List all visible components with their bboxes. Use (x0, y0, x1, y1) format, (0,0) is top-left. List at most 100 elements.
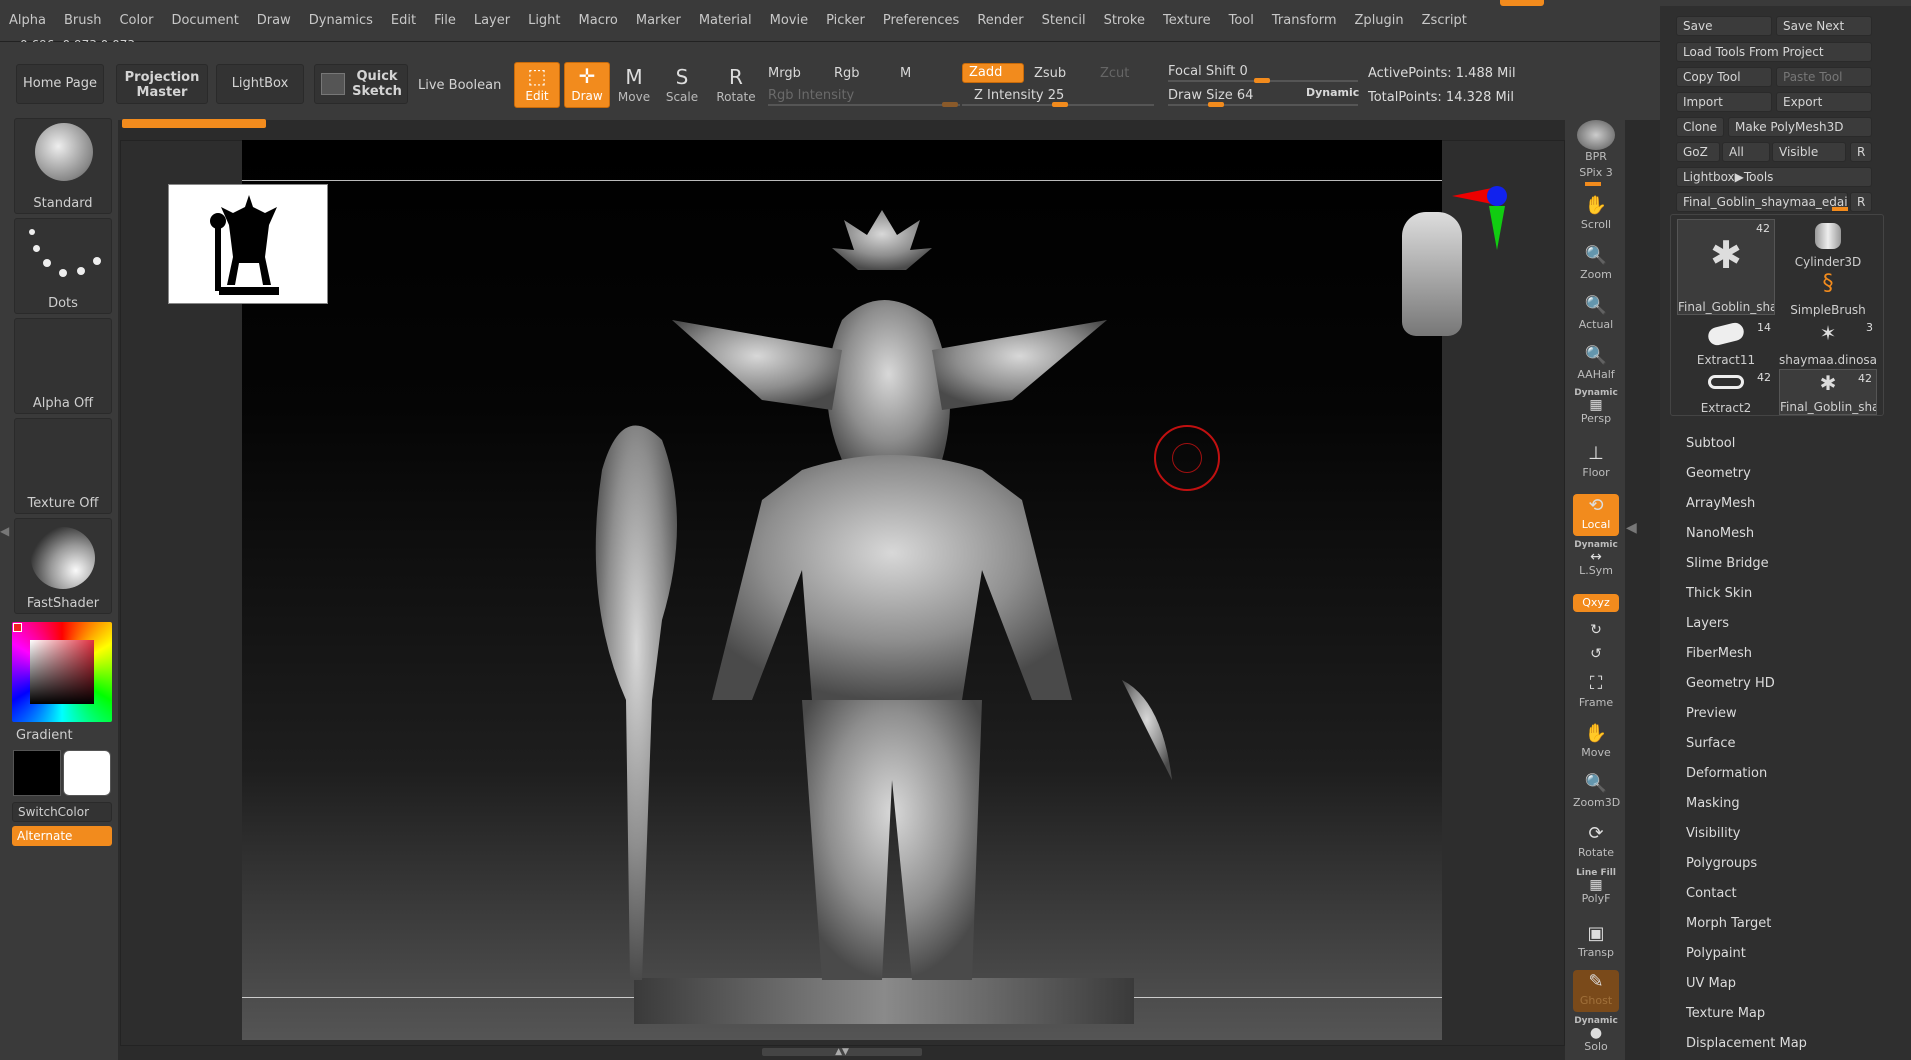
current-tool-r-button[interactable]: R (1850, 192, 1872, 212)
3d-viewport[interactable] (168, 140, 1507, 1040)
tool-thumb-goblin-2[interactable]: ✱ 42 Final_Goblin_sha (1779, 369, 1877, 415)
rotate-z-button[interactable]: ↺ (1573, 642, 1619, 662)
menu-movie[interactable]: Movie (761, 12, 817, 30)
home-page-button[interactable]: Home Page (16, 64, 104, 104)
subpalette-layers[interactable]: Layers (1686, 616, 1729, 631)
subpalette-nanomesh[interactable]: NanoMesh (1686, 526, 1754, 541)
menu-zscript[interactable]: Zscript (1413, 12, 1476, 30)
frame-button[interactable]: ⛶ Frame (1573, 672, 1619, 714)
menu-dynamics[interactable]: Dynamics (300, 12, 382, 30)
subpalette-masking[interactable]: Masking (1686, 796, 1740, 811)
color-picker[interactable] (12, 622, 112, 722)
zoom3d-button[interactable]: 🔍 Zoom3D (1573, 772, 1620, 814)
goz-visible-button[interactable]: Visible (1772, 142, 1846, 162)
persp-button[interactable]: Dynamic ▦ Persp (1573, 388, 1619, 430)
menu-render[interactable]: Render (968, 12, 1032, 30)
zsub-button[interactable]: Zsub (1034, 66, 1066, 81)
subpalette-polypaint[interactable]: Polypaint (1686, 946, 1746, 961)
solo-button[interactable]: Dynamic ● Solo (1573, 1016, 1619, 1058)
menu-macro[interactable]: Macro (570, 12, 627, 30)
scale-button[interactable]: S Scale (660, 64, 704, 110)
quick-sketch-button[interactable]: Quick Sketch (314, 64, 408, 104)
clone-button[interactable]: Clone (1676, 117, 1724, 137)
m-button[interactable]: M (900, 66, 911, 81)
focal-shift-slider[interactable]: Focal Shift 0 (1168, 64, 1248, 79)
copy-tool-button[interactable]: Copy Tool (1676, 67, 1772, 87)
aahalf-button[interactable]: 🔍 AAHalf (1573, 344, 1619, 386)
subpalette-contact[interactable]: Contact (1686, 886, 1737, 901)
tool-thumb-dinosaur[interactable]: ✶ 3 shaymaa.dinosa (1779, 319, 1877, 367)
rotate-button[interactable]: R Rotate (714, 64, 758, 110)
make-polymesh-button[interactable]: Make PolyMesh3D (1728, 117, 1872, 137)
spix-slider[interactable]: SPix 3 (1573, 166, 1619, 186)
draw-button[interactable]: ✛ Draw (564, 62, 610, 108)
subpalette-surface[interactable]: Surface (1686, 736, 1736, 751)
xyz-button[interactable]: Qxyz (1573, 594, 1619, 612)
mrgb-button[interactable]: Mrgb (768, 66, 801, 81)
menu-alpha[interactable]: Alpha (0, 12, 55, 30)
draw-size-slider[interactable]: Draw Size 64 (1168, 88, 1253, 103)
subpalette-displacement-map[interactable]: Displacement Map (1686, 1036, 1807, 1051)
lsym-button[interactable]: Dynamic ↔ L.Sym (1573, 540, 1619, 582)
menu-texture[interactable]: Texture (1154, 12, 1220, 30)
subpalette-subtool[interactable]: Subtool (1686, 436, 1735, 451)
polyf-button[interactable]: Line Fill ▦ PolyF (1573, 868, 1619, 910)
import-button[interactable]: Import (1676, 92, 1772, 112)
menu-brush[interactable]: Brush (55, 12, 111, 30)
menu-edit[interactable]: Edit (382, 12, 425, 30)
left-panel-collapse-arrow[interactable]: ◀ (0, 524, 9, 538)
tool-thumb-extract2[interactable]: 42 Extract2 (1677, 369, 1775, 415)
transp-button[interactable]: ▣ Transp (1573, 922, 1619, 964)
secondary-color-swatch[interactable] (63, 750, 111, 796)
save-tool-button[interactable]: Save (1676, 16, 1772, 36)
menu-picker[interactable]: Picker (817, 12, 874, 30)
save-next-button[interactable]: Save Next (1776, 16, 1872, 36)
subpalette-morph-target[interactable]: Morph Target (1686, 916, 1771, 931)
texture-slot[interactable]: Texture Off (14, 418, 112, 514)
primary-color-swatch[interactable] (13, 750, 61, 796)
zcut-button[interactable]: Zcut (1100, 66, 1129, 81)
current-tool-slider[interactable]: Final_Goblin_shaymaa_edaili (1676, 192, 1848, 212)
alternate-button[interactable]: Alternate (12, 826, 112, 846)
goz-r-button[interactable]: R (1850, 142, 1872, 162)
dynamic-toggle[interactable]: Dynamic (1306, 86, 1359, 99)
zadd-button[interactable]: Zadd (962, 63, 1024, 83)
zoom-button[interactable]: 🔍 Zoom (1573, 244, 1619, 286)
subpalette-geometry[interactable]: Geometry (1686, 466, 1751, 481)
menu-color[interactable]: Color (110, 12, 162, 30)
gradient-label[interactable]: Gradient (16, 728, 73, 743)
load-tools-from-project-button[interactable]: Load Tools From Project (1676, 42, 1872, 62)
menu-file[interactable]: File (425, 12, 465, 30)
goz-all-button[interactable]: All (1722, 142, 1770, 162)
subpalette-visibility[interactable]: Visibility (1686, 826, 1740, 841)
tool-thumb-goblin[interactable]: ✱ 42 Final_Goblin_sha (1677, 219, 1775, 315)
brush-slot[interactable]: Standard (14, 118, 112, 214)
local-button[interactable]: ⟲ Local (1573, 494, 1619, 536)
subpalette-deformation[interactable]: Deformation (1686, 766, 1767, 781)
edit-button[interactable]: ⬚ Edit (514, 62, 560, 108)
tool-thumb-extract11[interactable]: 14 Extract11 (1677, 319, 1775, 367)
alpha-slot[interactable]: Alpha Off (14, 318, 112, 414)
stroke-slot[interactable]: Dots (14, 218, 112, 314)
scroll-button[interactable]: ✋ Scroll (1573, 194, 1619, 236)
menu-preferences[interactable]: Preferences (874, 12, 968, 30)
menu-zplugin[interactable]: Zplugin (1346, 12, 1413, 30)
projection-master-button[interactable]: Projection Master (116, 64, 208, 104)
lightbox-tools-button[interactable]: Lightbox▶Tools (1676, 167, 1872, 187)
live-boolean-button[interactable]: Live Boolean (418, 78, 501, 93)
switch-color-button[interactable]: SwitchColor (12, 802, 112, 822)
actual-button[interactable]: 🔍 Actual (1573, 294, 1619, 336)
subpalette-fibermesh[interactable]: FiberMesh (1686, 646, 1752, 661)
menu-transform[interactable]: Transform (1263, 12, 1346, 30)
floor-button[interactable]: ⊥ Floor (1573, 442, 1619, 484)
color-picker-square[interactable] (30, 640, 94, 704)
goz-button[interactable]: GoZ (1676, 142, 1720, 162)
canvas-bottom-handle[interactable]: ▲▼ (762, 1048, 922, 1057)
paste-tool-button[interactable]: Paste Tool (1776, 67, 1872, 87)
tool-thumb-cylinder[interactable]: Cylinder3D (1779, 219, 1877, 269)
subpalette-texture-map[interactable]: Texture Map (1686, 1006, 1765, 1021)
rotate-view-button[interactable]: ⟳ Rotate (1573, 822, 1619, 864)
move-view-button[interactable]: ✋ Move (1573, 722, 1619, 764)
z-intensity-slider[interactable]: Z Intensity 25 (974, 88, 1064, 103)
menu-layer[interactable]: Layer (465, 12, 519, 30)
